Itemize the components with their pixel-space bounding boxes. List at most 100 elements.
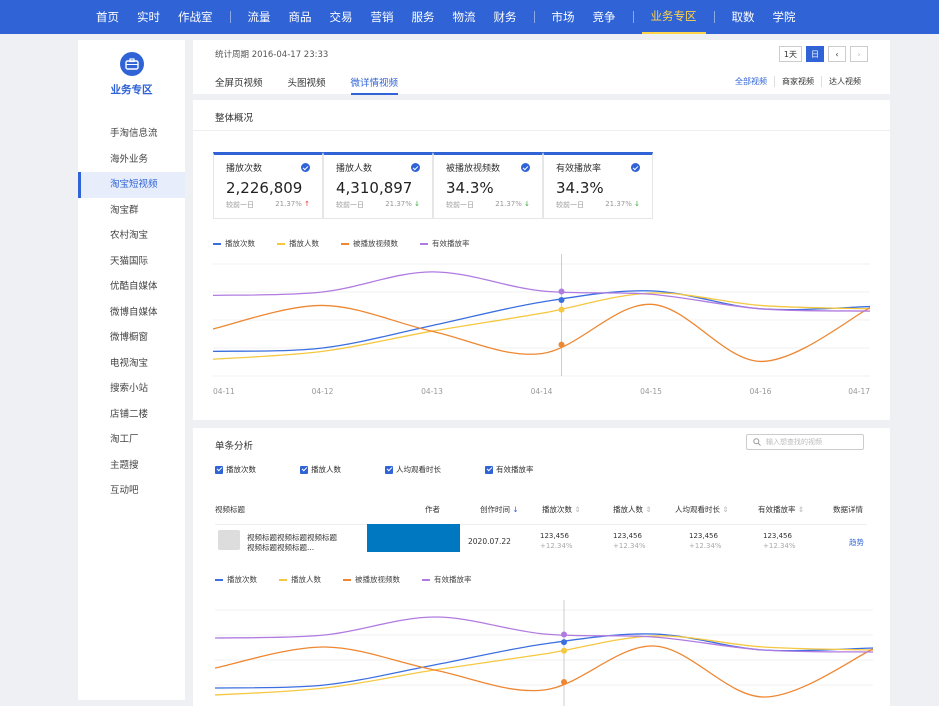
nav-academy[interactable]: 学院: [764, 0, 805, 34]
sidebar-item-9[interactable]: 电视淘宝: [78, 351, 185, 377]
sidebar-item-10[interactable]: 搜索小站: [78, 376, 185, 402]
filter-1[interactable]: 商家视频: [774, 76, 821, 87]
nav-war-room[interactable]: 作战室: [169, 0, 222, 34]
sidebar-item-7[interactable]: 微博自媒体: [78, 300, 185, 326]
metric-label: 被播放视频数: [446, 164, 501, 174]
nav-competition[interactable]: 竞争: [584, 0, 625, 34]
sidebar-item-4[interactable]: 农村淘宝: [78, 223, 185, 249]
hover-point-3[interactable]: [561, 631, 567, 638]
sidebar-item-2[interactable]: 淘宝短视频: [78, 172, 185, 198]
metric-checkbox[interactable]: 播放次数: [215, 464, 256, 475]
filter-0[interactable]: 全部视频: [728, 76, 774, 87]
nav-market[interactable]: 市场: [543, 0, 584, 34]
legend-item[interactable]: 有效播放率: [422, 574, 472, 585]
legend-item[interactable]: 播放人数: [277, 238, 319, 249]
column-header-6[interactable]: 有效播放率 ⇕: [758, 504, 804, 515]
day-range-button[interactable]: 1天: [778, 46, 802, 62]
tab-2[interactable]: 微详情视频: [350, 75, 399, 95]
nav-business-zone[interactable]: 业务专区: [641, 0, 706, 34]
legend-item[interactable]: 播放次数: [213, 238, 255, 249]
compare-pct: 21.37%: [605, 200, 632, 208]
checkbox-checked-icon: [300, 465, 308, 474]
legend-label: 有效播放率: [434, 575, 472, 584]
tab-1[interactable]: 头图视频: [288, 75, 326, 95]
single-analysis-panel: 单条分析 输入想查找的视频 播放次数 播放人数 人均观看时长 有效播放率 视频标题 作者…: [193, 428, 890, 706]
metric-checkbox[interactable]: 有效播放率: [485, 464, 534, 475]
legend-item[interactable]: 有效播放率: [420, 238, 470, 249]
legend-item[interactable]: 播放次数: [215, 574, 257, 585]
column-header-label: 播放人数: [613, 505, 643, 514]
tab-0[interactable]: 全屏页视频: [215, 75, 263, 95]
hover-point-1[interactable]: [561, 647, 567, 654]
sidebar-item-1[interactable]: 海外业务: [78, 147, 185, 173]
nav-traffic[interactable]: 流量: [239, 0, 280, 34]
checkbox-label: 有效播放率: [496, 465, 534, 474]
nav-finance[interactable]: 财务: [485, 0, 526, 34]
column-header-7: 数据详情: [833, 504, 863, 515]
prev-date-button[interactable]: ‹: [828, 46, 846, 62]
video-thumbnail[interactable]: [218, 530, 240, 550]
compare-pct-wrap: 21.37% ↑: [275, 200, 310, 210]
metric-checkbox[interactable]: 播放人数: [300, 464, 341, 475]
filter-2[interactable]: 达人视频: [821, 76, 868, 87]
metric-card[interactable]: 被播放视频数 34.3% 较前一日 21.37% ↓: [433, 152, 543, 219]
legend-label: 播放人数: [291, 575, 321, 584]
hover-point-2[interactable]: [558, 341, 565, 348]
sidebar-item-0[interactable]: 手淘信息流: [78, 121, 185, 147]
avg-watch-time-change: +12.34%: [689, 542, 722, 550]
sidebar-item-6[interactable]: 优酷自媒体: [78, 274, 185, 300]
metric-card[interactable]: 播放人数 4,310,897 较前一日 21.37% ↓: [323, 152, 433, 219]
sidebar-item-13[interactable]: 主题搜: [78, 453, 185, 479]
legend-item[interactable]: 被播放视频数: [343, 574, 400, 585]
check-circle-icon[interactable]: [631, 163, 640, 172]
nav-data-fetch[interactable]: 取数: [723, 0, 764, 34]
next-date-button[interactable]: ›: [850, 46, 868, 62]
check-circle-icon[interactable]: [521, 163, 530, 172]
x-tick-label: 04-12: [312, 387, 334, 396]
nav-marketing[interactable]: 营销: [362, 0, 403, 34]
hover-point-2[interactable]: [561, 678, 567, 685]
metric-compare: 较前一日 21.37% ↓: [556, 200, 640, 210]
sidebar-item-12[interactable]: 淘工厂: [78, 427, 185, 453]
hover-point-0[interactable]: [561, 639, 567, 646]
nav-logistics[interactable]: 物流: [444, 0, 485, 34]
sidebar-item-11[interactable]: 店铺二楼: [78, 402, 185, 428]
nav-products[interactable]: 商品: [280, 0, 321, 34]
hover-point-3[interactable]: [558, 288, 565, 295]
check-circle-icon[interactable]: [411, 163, 420, 172]
nav-transactions[interactable]: 交易: [321, 0, 362, 34]
hover-point-0[interactable]: [558, 297, 565, 304]
sidebar-item-14[interactable]: 互动吧: [78, 478, 185, 504]
column-header-3[interactable]: 播放次数 ⇕: [542, 504, 581, 515]
video-title-line2[interactable]: 视频标题视频标题...: [247, 542, 314, 553]
column-header-4[interactable]: 播放人数 ⇕: [613, 504, 652, 515]
sidebar: 业务专区 手淘信息流 海外业务 淘宝短视频 淘宝群 农村淘宝 天猫国际 优酷自媒体 微博自媒体…: [78, 40, 185, 700]
checkbox-checked-icon: [385, 465, 393, 474]
sidebar-item-8[interactable]: 微博橱窗: [78, 325, 185, 351]
trend-link[interactable]: 趋势: [849, 537, 864, 548]
hover-point-1[interactable]: [558, 306, 565, 313]
column-header-label: 人均观看时长: [675, 505, 720, 514]
metric-checkbox[interactable]: 人均观看时长: [385, 464, 441, 475]
column-header-5[interactable]: 人均观看时长 ⇕: [675, 504, 729, 515]
metric-card[interactable]: 有效播放率 34.3% 较前一日 21.37% ↓: [543, 152, 653, 219]
check-circle-icon[interactable]: [301, 163, 310, 172]
nav-home[interactable]: 首页: [87, 0, 128, 34]
x-tick-label: 04-15: [640, 387, 662, 396]
column-header-label: 数据详情: [833, 505, 863, 514]
nav-realtime[interactable]: 实时: [128, 0, 169, 34]
table-row: 视频标题视频标题视频标题 视频标题视频标题... 2020.07.22 123,…: [215, 524, 867, 554]
metric-card[interactable]: 播放次数 2,226,809 较前一日 21.37% ↑: [213, 152, 323, 219]
nav-service[interactable]: 服务: [403, 0, 444, 34]
sidebar-item-5[interactable]: 天猫国际: [78, 249, 185, 275]
legend-item[interactable]: 播放人数: [279, 574, 321, 585]
avg-watch-time-value: 123,456: [689, 532, 718, 540]
sidebar-item-3[interactable]: 淘宝群: [78, 198, 185, 224]
search-input[interactable]: 输入想查找的视频: [746, 434, 864, 450]
legend-item[interactable]: 被播放视频数: [341, 238, 398, 249]
arrow-down-icon: ↓: [631, 200, 640, 208]
daily-button[interactable]: 日: [806, 46, 824, 62]
column-header-label: 有效播放率: [758, 505, 796, 514]
column-header-2[interactable]: 创作时间 ↓: [480, 504, 519, 515]
valid-play-rate-value: 123,456: [763, 532, 792, 540]
